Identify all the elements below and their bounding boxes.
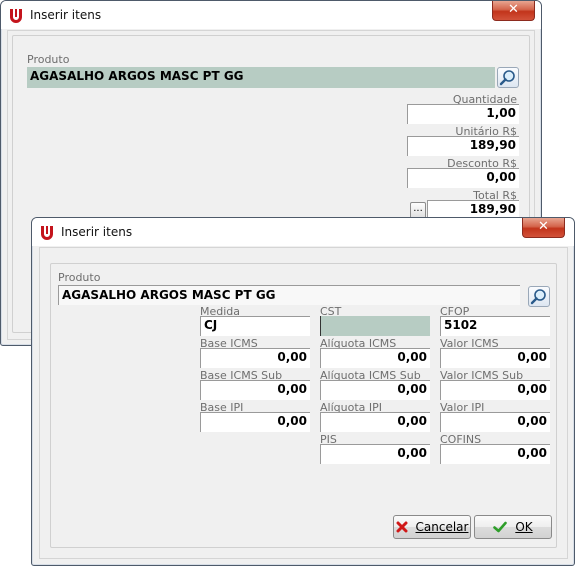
back-unitario-field[interactable]: 189,90 (407, 136, 519, 156)
green-check-icon (493, 521, 508, 533)
front-produto-field[interactable]: AGASALHO ARGOS MASC PT GG (58, 285, 520, 305)
ok-button[interactable]: OK (474, 515, 552, 539)
back-produto-label: Produto (27, 53, 70, 66)
base-icms-field[interactable]: 0,00 (200, 348, 310, 368)
pis-field[interactable]: 0,00 (320, 444, 430, 464)
back-close-button[interactable]: ✕ (492, 1, 535, 21)
front-dialog-window: Inserir itens ✕ Produto AGASALHO ARGOS M… (31, 217, 575, 566)
back-title-bar[interactable]: Inserir itens ✕ (1, 1, 541, 29)
cancelar-label: Cancelar (415, 520, 469, 534)
medida-field[interactable]: CJ (200, 316, 310, 336)
cofins-field[interactable]: 0,00 (440, 444, 550, 464)
magnifier-icon (530, 289, 546, 305)
base-ipi-field[interactable]: 0,00 (200, 412, 310, 432)
cfop-field[interactable]: 5102 (440, 316, 550, 336)
front-client-area: Produto AGASALHO ARGOS MASC PT GG Medida… (39, 247, 568, 559)
back-window-title: Inserir itens (30, 8, 102, 22)
front-window-title: Inserir itens (61, 225, 133, 239)
front-title-bar[interactable]: Inserir itens ✕ (32, 218, 574, 246)
valor-icms-sub-field[interactable]: 0,00 (440, 380, 550, 400)
back-quantidade-field[interactable]: 1,00 (407, 104, 519, 124)
ok-label: OK (515, 520, 533, 534)
front-search-button[interactable] (528, 286, 550, 307)
red-x-icon (396, 521, 408, 533)
aliquota-icms-sub-field[interactable]: 0,00 (320, 380, 430, 400)
cancelar-button[interactable]: Cancelar (393, 515, 471, 539)
front-close-button[interactable]: ✕ (522, 218, 565, 238)
base-icms-sub-field[interactable]: 0,00 (200, 380, 310, 400)
cst-field[interactable] (320, 316, 430, 336)
back-produto-field[interactable]: AGASALHO ARGOS MASC PT GG (27, 67, 495, 88)
magnifier-icon (499, 70, 515, 86)
back-desconto-field[interactable]: 0,00 (407, 168, 519, 188)
back-search-button[interactable] (497, 67, 519, 88)
app-logo-icon (39, 224, 55, 240)
aliquota-icms-field[interactable]: 0,00 (320, 348, 430, 368)
app-logo-icon (8, 7, 24, 23)
aliquota-ipi-field[interactable]: 0,00 (320, 412, 430, 432)
valor-ipi-field[interactable]: 0,00 (440, 412, 550, 432)
front-produto-label: Produto (58, 271, 101, 284)
valor-icms-field[interactable]: 0,00 (440, 348, 550, 368)
front-group-box: Produto AGASALHO ARGOS MASC PT GG Medida… (50, 263, 557, 548)
